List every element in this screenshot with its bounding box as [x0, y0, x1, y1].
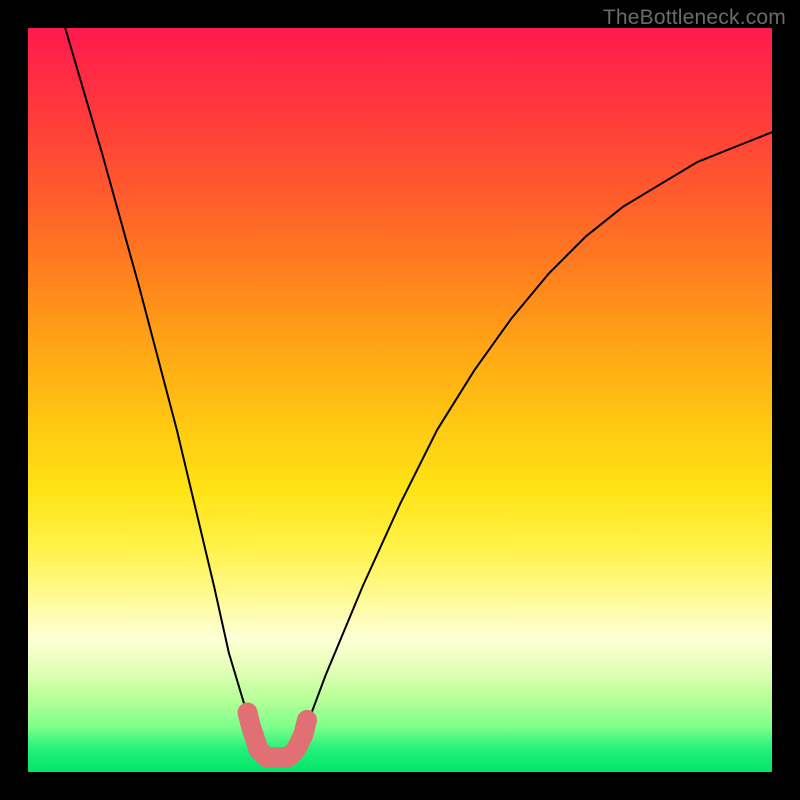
curve-svg [28, 28, 772, 772]
chart-frame: TheBottleneck.com [0, 0, 800, 800]
bottleneck-curve-path [65, 28, 772, 757]
optimal-range-marker [248, 713, 308, 758]
plot-area [28, 28, 772, 772]
watermark-text: TheBottleneck.com [603, 6, 786, 30]
